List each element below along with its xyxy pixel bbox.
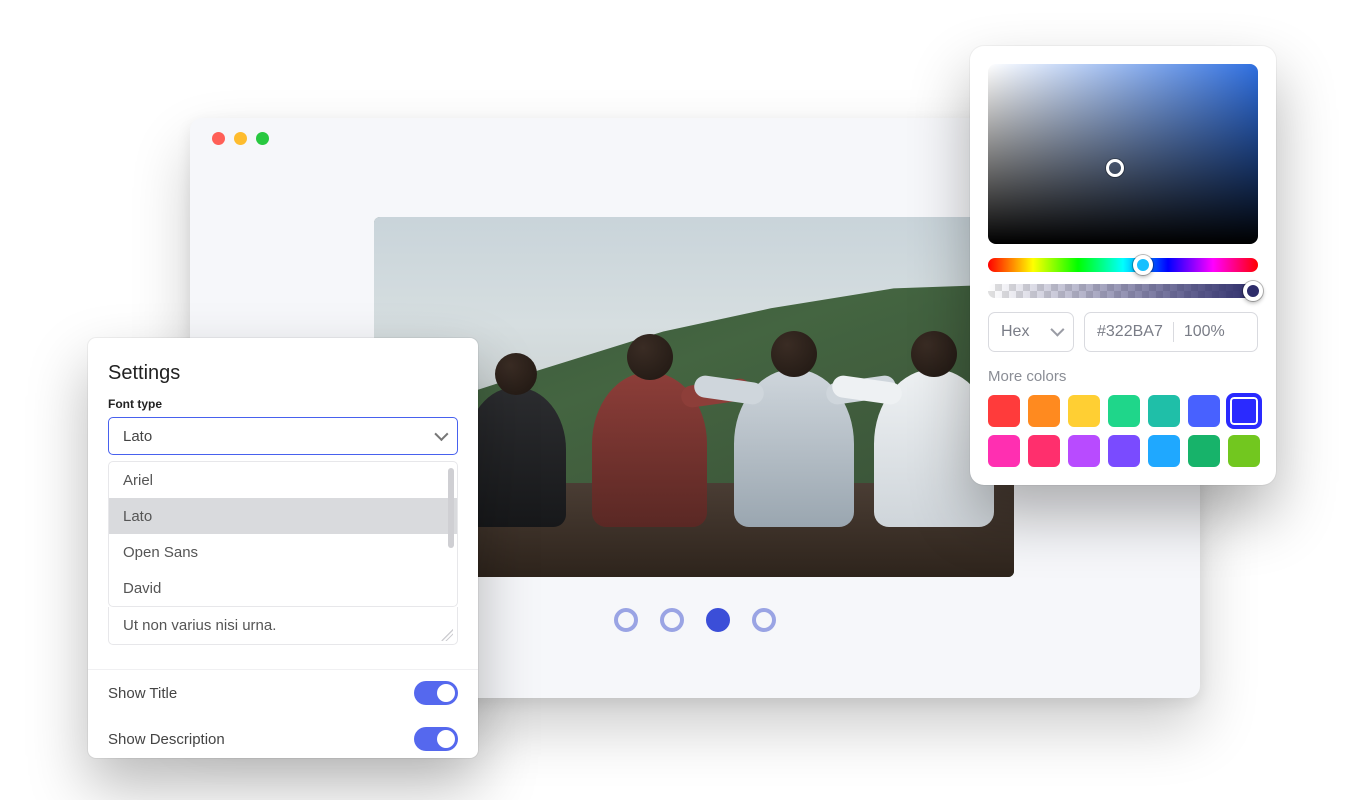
color-swatch[interactable] — [1188, 435, 1220, 467]
color-swatch[interactable] — [988, 435, 1020, 467]
color-format-value: Hex — [1001, 323, 1029, 341]
color-swatch-grid — [988, 395, 1258, 467]
font-option-open-sans[interactable]: Open Sans — [109, 534, 457, 570]
window-minimize-button[interactable] — [234, 132, 247, 145]
description-textarea[interactable]: Ut non varius nisi urna. — [108, 607, 458, 645]
chevron-down-icon — [1051, 323, 1061, 341]
opacity-slider[interactable] — [988, 284, 1258, 298]
hex-value: #322BA7 — [1097, 323, 1163, 341]
toggle-switch-show-description[interactable] — [414, 727, 458, 751]
color-swatch[interactable] — [1028, 435, 1060, 467]
color-swatch[interactable] — [1228, 395, 1260, 427]
opacity-value: 100% — [1184, 323, 1225, 341]
opacity-slider-thumb[interactable] — [1243, 281, 1263, 301]
settings-panel: Settings Font type Lato ArielLatoOpen Sa… — [88, 338, 478, 758]
color-swatch[interactable] — [1068, 435, 1100, 467]
color-swatch[interactable] — [1068, 395, 1100, 427]
description-textarea-value: Ut non varius nisi urna. — [123, 617, 276, 634]
pager-dot-2[interactable] — [660, 608, 684, 632]
pager-dot-3[interactable] — [706, 608, 730, 632]
font-type-selected-value: Lato — [123, 428, 152, 445]
color-value-input[interactable]: #322BA7 100% — [1084, 312, 1258, 352]
window-close-button[interactable] — [212, 132, 225, 145]
hue-slider[interactable] — [988, 258, 1258, 272]
color-swatch[interactable] — [1148, 435, 1180, 467]
hue-slider-thumb[interactable] — [1133, 255, 1153, 275]
color-swatch[interactable] — [1108, 435, 1140, 467]
settings-title: Settings — [108, 362, 458, 385]
font-option-ariel[interactable]: Ariel — [109, 462, 457, 498]
color-swatch[interactable] — [988, 395, 1020, 427]
pager-dot-1[interactable] — [614, 608, 638, 632]
font-type-select[interactable]: Lato — [108, 417, 458, 455]
saturation-cursor[interactable] — [1106, 159, 1124, 177]
chevron-down-icon — [435, 428, 445, 445]
color-swatch[interactable] — [1108, 395, 1140, 427]
color-swatch[interactable] — [1228, 435, 1260, 467]
font-option-lato[interactable]: Lato — [109, 498, 457, 534]
toggle-row-show-title: Show Title — [108, 670, 458, 716]
pager-dot-4[interactable] — [752, 608, 776, 632]
color-picker-panel: Hex #322BA7 100% More colors — [970, 46, 1276, 485]
font-option-david[interactable]: David — [109, 570, 457, 606]
color-swatch[interactable] — [1148, 395, 1180, 427]
dropdown-scrollbar-thumb[interactable] — [448, 468, 454, 548]
toggle-label: Show Title — [108, 685, 177, 702]
color-swatch[interactable] — [1188, 395, 1220, 427]
separator — [1173, 322, 1174, 342]
more-colors-label: More colors — [988, 368, 1258, 385]
toggle-row-show-description: Show Description — [108, 716, 458, 762]
font-type-label: Font type — [108, 397, 458, 411]
resize-grip-icon[interactable] — [441, 629, 453, 641]
window-zoom-button[interactable] — [256, 132, 269, 145]
color-format-select[interactable]: Hex — [988, 312, 1074, 352]
saturation-field[interactable] — [988, 64, 1258, 244]
font-type-dropdown: ArielLatoOpen SansDavid — [108, 461, 458, 607]
color-swatch[interactable] — [1028, 395, 1060, 427]
toggle-switch-show-title[interactable] — [414, 681, 458, 705]
toggle-label: Show Description — [108, 731, 225, 748]
